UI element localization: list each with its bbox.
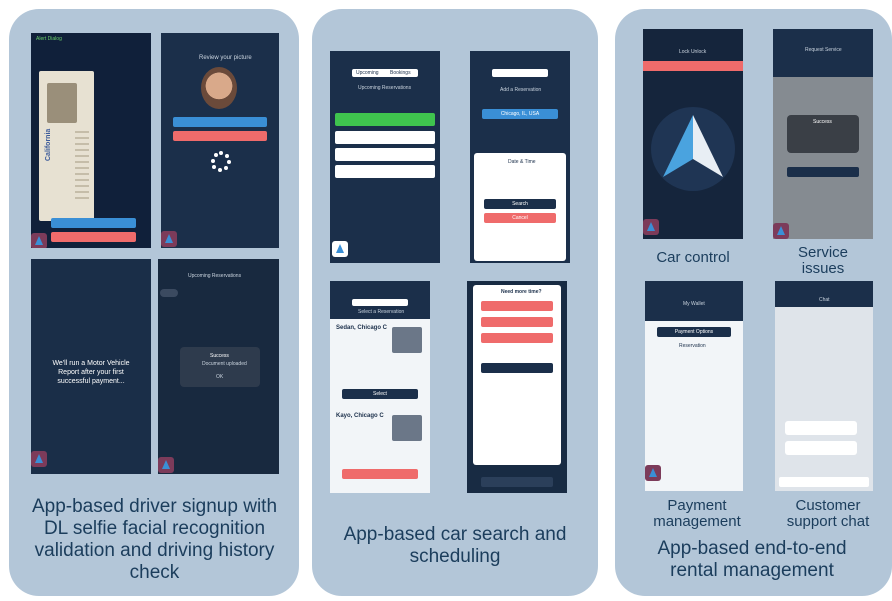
more-time-modal: Need more time? <box>473 285 561 465</box>
modal-body: Document uploaded <box>202 361 247 367</box>
caption-panel-3: App-based end-to-end rental management <box>657 538 847 581</box>
selfie-retake-button[interactable] <box>173 131 267 141</box>
app-logo-icon <box>643 219 659 235</box>
app-logo-icon <box>645 465 661 481</box>
phone-add-reservation: Add a Reservation Chicago, IL, USA Date … <box>470 51 570 263</box>
driver-license-image: California <box>39 71 94 221</box>
modal-ok-button[interactable]: OK <box>216 374 223 380</box>
date-time-label: Date & Time <box>508 159 536 165</box>
phone-selfie: Review your picture <box>161 33 279 248</box>
caption-panel-2: App-based car search and scheduling <box>343 524 567 567</box>
license-lines <box>75 131 89 201</box>
app-logo-icon <box>31 451 47 467</box>
label-service-issues: Service issues <box>797 244 849 277</box>
reservation-row-active[interactable] <box>335 113 435 126</box>
selfie-photo <box>201 67 237 109</box>
chat-bubble <box>785 421 857 435</box>
service-modal-title: Success <box>813 119 832 125</box>
license-state-text: California <box>45 128 52 161</box>
add-reservation-title: Add a Reservation <box>500 87 542 93</box>
app-logo-icon <box>31 233 47 248</box>
panel-driver-signup: Alert Dialog California Review your pict… <box>9 9 299 596</box>
more-time-title: Need more time? <box>501 289 542 295</box>
search-button[interactable]: Search <box>484 199 556 209</box>
car-control-header: Lock Unlock <box>679 49 707 55</box>
phone-chat: Chat <box>775 281 873 491</box>
app-logo-icon <box>773 223 789 239</box>
reservation-row[interactable] <box>335 148 435 161</box>
car-2-image <box>392 415 422 441</box>
chat-header: Chat <box>819 297 830 303</box>
phone-success: Upcoming Reservations Success Document u… <box>158 259 279 474</box>
license-photo <box>47 83 77 123</box>
car-1-title: Sedan, Chicago C <box>336 325 388 331</box>
return-button[interactable] <box>481 477 553 487</box>
chat-bubble <box>785 441 857 455</box>
app-logo-icon <box>158 457 174 473</box>
reservation-row[interactable] <box>335 165 435 178</box>
select-reservation-title: Select a Reservation <box>358 309 405 315</box>
extend-option-1[interactable] <box>481 301 553 311</box>
car-1-image <box>392 327 422 353</box>
cancel-button[interactable]: Cancel <box>484 213 556 223</box>
service-header: Request Service <box>805 47 842 53</box>
loading-spinner-icon <box>211 151 231 172</box>
lock-unlock-dial[interactable] <box>651 107 735 191</box>
success-modal: Success Document uploaded OK <box>180 347 260 387</box>
location-field[interactable]: Chicago, IL, USA <box>482 109 558 119</box>
selfie-title: Review your picture <box>199 55 252 61</box>
payment-header: My Wallet <box>683 301 705 307</box>
app-logo-icon <box>332 241 348 257</box>
success-header: Upcoming Reservations <box>188 273 242 279</box>
phone-reservations: Upcoming Bookings Upcoming Reservations <box>330 51 440 263</box>
tab-bar <box>492 69 548 77</box>
select-button[interactable]: Select <box>342 389 418 399</box>
date-time-card: Date & Time Search Cancel <box>474 153 566 261</box>
phone-mvr: We'll run a Motor Vehicle Report after y… <box>31 259 151 474</box>
phone-service: Request Service Success <box>773 29 873 239</box>
phone-car-control: Lock Unlock <box>643 29 743 239</box>
phone-select-reservation: Select a Reservation Sedan, Chicago C Se… <box>330 281 430 493</box>
label-payment-management: Payment management <box>653 497 741 530</box>
phone-need-more-time: Need more time? <box>467 281 567 493</box>
chat-input[interactable] <box>779 477 869 487</box>
dl-secondary-button[interactable] <box>51 232 136 242</box>
app-logo-icon <box>161 231 177 247</box>
service-button[interactable] <box>787 167 859 177</box>
phone-dl-scan: Alert Dialog California <box>31 33 151 248</box>
service-success-modal: Success <box>787 115 859 153</box>
select-button-2[interactable] <box>342 469 418 479</box>
reservation-row[interactable] <box>335 131 435 144</box>
panel-car-search: Upcoming Bookings Upcoming Reservations … <box>312 9 598 596</box>
reservations-title: Upcoming Reservations <box>358 85 412 91</box>
mvr-message: We'll run a Motor Vehicle Report after y… <box>52 360 130 385</box>
selfie-accept-button[interactable] <box>173 117 267 127</box>
car-logo-icon <box>663 115 723 177</box>
tab-bar: Upcoming Bookings <box>352 69 418 77</box>
panel-rental-management: Lock Unlock Request Service Success Car … <box>615 9 892 596</box>
label-car-control: Car control <box>656 249 730 266</box>
reservation-label: Reservation <box>679 343 706 349</box>
phone-payment: My Wallet Payment Options Reservation <box>645 281 743 491</box>
dl-scan-header: Alert Dialog <box>36 36 62 42</box>
dl-primary-button[interactable] <box>51 218 136 228</box>
extend-option-3[interactable] <box>481 333 553 343</box>
upcoming-pill <box>160 289 178 297</box>
extend-option-2[interactable] <box>481 317 553 327</box>
tab-upcoming[interactable]: Upcoming <box>356 70 379 76</box>
caption-panel-1: App-based driver signup with DL selfie f… <box>31 496 278 583</box>
tab-bookings[interactable]: Bookings <box>390 70 411 76</box>
extend-done-button[interactable] <box>481 363 553 373</box>
alert-banner <box>643 61 743 71</box>
modal-title: Success <box>210 353 229 359</box>
label-customer-support: Customer support chat <box>786 497 870 530</box>
car-2-title: Kayo, Chicago C <box>336 413 384 419</box>
tab-bar <box>352 299 408 306</box>
payment-options-button[interactable]: Payment Options <box>657 327 731 337</box>
